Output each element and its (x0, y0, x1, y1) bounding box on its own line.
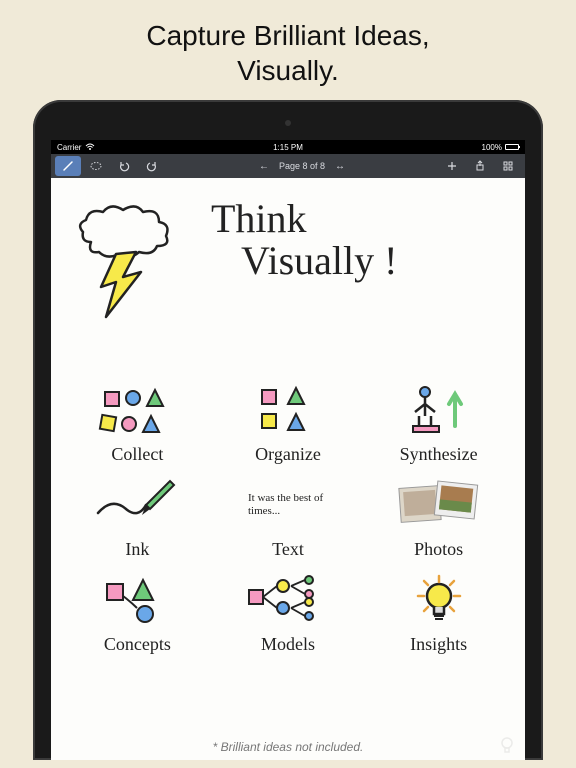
headline-line1: Capture Brilliant Ideas, (146, 20, 429, 51)
drawing-canvas[interactable]: Think Visually ! Co (51, 178, 525, 760)
concept-grid: Collect Organize (71, 378, 505, 655)
lightbulb-watermark-icon (499, 736, 515, 756)
footer-note: * Brilliant ideas not included. (51, 740, 525, 754)
app-toolbar: ← Page 8 of 8 ↔ (51, 154, 525, 178)
concepts-drawing (71, 568, 204, 632)
tablet-camera (285, 120, 291, 126)
insights-drawing (372, 568, 505, 632)
cell-collect: Collect (71, 378, 204, 465)
ink-drawing (71, 473, 204, 537)
organize-label: Organize (222, 444, 355, 465)
next-page-button[interactable]: ↔ (335, 161, 345, 172)
page-indicator-label: Page 8 of 8 (279, 161, 325, 171)
cell-models: Models (222, 568, 355, 655)
collect-drawing (71, 378, 204, 442)
text-label: Text (222, 539, 355, 560)
prev-page-button[interactable]: ← (259, 161, 269, 172)
canvas-title-line2: Visually ! (241, 240, 397, 282)
concepts-label: Concepts (71, 634, 204, 655)
redo-button[interactable] (139, 156, 165, 176)
canvas-title: Think Visually ! (211, 198, 397, 282)
add-button[interactable] (439, 156, 465, 176)
models-drawing (222, 568, 355, 632)
text-sample: It was the best of times... (222, 473, 355, 537)
cell-synthesize: Synthesize (372, 378, 505, 465)
cell-text: It was the best of times... Text (222, 473, 355, 560)
cell-ink: Ink (71, 473, 204, 560)
gallery-button[interactable] (495, 156, 521, 176)
share-button[interactable] (467, 156, 493, 176)
canvas-title-line1: Think (211, 198, 397, 240)
promo-headline: Capture Brilliant Ideas, Visually. (0, 0, 576, 100)
synthesize-label: Synthesize (372, 444, 505, 465)
synthesize-drawing (372, 378, 505, 442)
ink-label: Ink (71, 539, 204, 560)
pen-tool-button[interactable] (55, 156, 81, 176)
insights-label: Insights (372, 634, 505, 655)
carrier-label: Carrier (57, 143, 81, 152)
cell-insights: Insights (372, 568, 505, 655)
headline-line2: Visually. (237, 55, 339, 86)
photos-drawing (372, 473, 505, 537)
page-navigator: ← Page 8 of 8 ↔ (259, 161, 345, 172)
cell-photos: Photos (372, 473, 505, 560)
brainstorm-cloud-drawing (71, 202, 191, 322)
cell-concepts: Concepts (71, 568, 204, 655)
collect-label: Collect (71, 444, 204, 465)
organize-drawing (222, 378, 355, 442)
models-label: Models (222, 634, 355, 655)
tablet-frame: Carrier 1:15 PM 100% (33, 100, 543, 760)
photos-label: Photos (372, 539, 505, 560)
status-bar: Carrier 1:15 PM 100% (51, 140, 525, 154)
lasso-tool-button[interactable] (83, 156, 109, 176)
undo-button[interactable] (111, 156, 137, 176)
battery-icon (505, 144, 519, 150)
clock-label: 1:15 PM (211, 143, 365, 152)
text-sample-content: It was the best of times... (248, 492, 328, 518)
cell-organize: Organize (222, 378, 355, 465)
battery-label: 100% (482, 143, 502, 152)
wifi-icon (85, 143, 95, 151)
app-screen: Carrier 1:15 PM 100% (51, 140, 525, 760)
